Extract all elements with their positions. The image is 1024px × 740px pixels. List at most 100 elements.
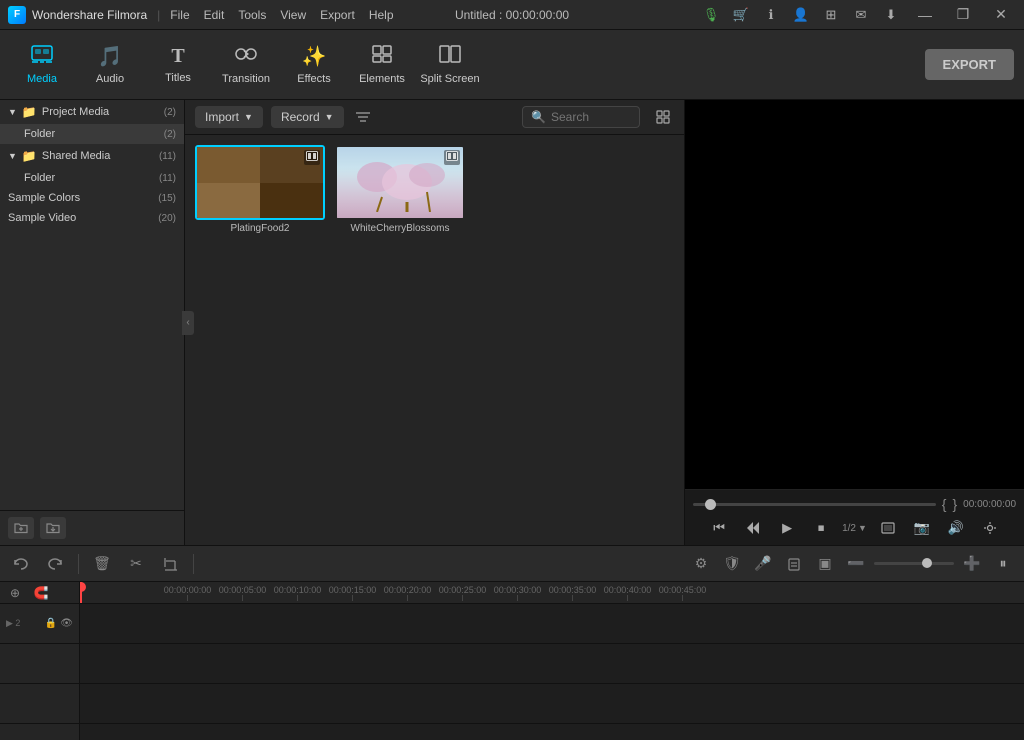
stop-button[interactable]: ⏹ bbox=[808, 517, 834, 539]
media-item-cherry[interactable]: WhiteCherryBlossoms bbox=[335, 145, 465, 234]
undo-button[interactable] bbox=[8, 551, 34, 577]
import-button[interactable] bbox=[40, 517, 66, 539]
shared-media-header[interactable]: ▼ 📁 Shared Media (11) bbox=[0, 144, 184, 168]
settings-button[interactable] bbox=[977, 517, 1003, 539]
close-button[interactable]: ✕ bbox=[986, 5, 1016, 25]
pause-all-icon[interactable]: ⏸ bbox=[990, 551, 1016, 577]
delete-button[interactable]: 🗑 bbox=[89, 551, 115, 577]
media-panel: ▼ 📁 Project Media (2) Folder (2) ▼ 📁 Sha bbox=[0, 100, 184, 510]
menu-tools[interactable]: Tools bbox=[238, 8, 266, 22]
elements-icon bbox=[372, 45, 392, 69]
shield-icon[interactable]: 🛡 bbox=[719, 551, 745, 577]
shared-media-label: Shared Media bbox=[42, 150, 111, 162]
new-folder-button[interactable] bbox=[8, 517, 34, 539]
download-icon[interactable]: ⬇ bbox=[880, 4, 902, 26]
zoom-slider[interactable] bbox=[874, 562, 954, 565]
voice-icon[interactable]: 🎙 bbox=[700, 4, 722, 26]
info-icon[interactable]: ℹ bbox=[760, 4, 782, 26]
quality-value: 1/2 bbox=[842, 523, 856, 534]
toolbar-elements-label: Elements bbox=[359, 73, 405, 85]
redo-button[interactable] bbox=[42, 551, 68, 577]
cut-button[interactable]: ✂ bbox=[123, 551, 149, 577]
toolbar-transition[interactable]: Transition bbox=[214, 35, 278, 95]
app-title: Untitled : 00:00:00:00 bbox=[455, 8, 569, 22]
shared-media-folder[interactable]: Folder (11) bbox=[0, 168, 184, 188]
project-folder-label: Folder bbox=[24, 128, 55, 140]
step-back-button[interactable] bbox=[740, 517, 766, 539]
cart-icon[interactable]: 🛒 bbox=[730, 4, 752, 26]
cherry-label: WhiteCherryBlossoms bbox=[351, 223, 450, 234]
grid-view-icon[interactable] bbox=[652, 106, 674, 128]
shared-media-chevron: ▼ bbox=[8, 151, 17, 161]
toolbar-effects[interactable]: ✨ Effects bbox=[282, 35, 346, 95]
effects-icon: ✨ bbox=[302, 44, 327, 69]
add-track-icon[interactable]: ⊕ bbox=[4, 582, 26, 604]
magnet-icon[interactable]: 🧲 bbox=[30, 582, 52, 604]
cherry-icon-overlay bbox=[444, 150, 460, 165]
project-media-count: (2) bbox=[164, 107, 176, 118]
record-dropdown[interactable]: Record ▼ bbox=[271, 106, 344, 128]
lock-icon[interactable]: 🔒 bbox=[45, 618, 57, 629]
record-chevron-icon: ▼ bbox=[325, 112, 334, 122]
search-input[interactable] bbox=[551, 110, 631, 124]
search-icon: 🔍 bbox=[531, 110, 546, 124]
filter-icon[interactable] bbox=[352, 106, 374, 128]
zoom-in-icon[interactable]: ➕ bbox=[959, 551, 985, 577]
eye-icon[interactable]: 👁 bbox=[60, 618, 73, 629]
toolbar-splitscreen[interactable]: Split Screen bbox=[418, 35, 482, 95]
play-button[interactable]: ▶ bbox=[774, 517, 800, 539]
media-icon bbox=[31, 45, 53, 69]
snapshot-button[interactable]: 📷 bbox=[909, 517, 935, 539]
toolbar-titles[interactable]: T Titles bbox=[146, 35, 210, 95]
menu-export[interactable]: Export bbox=[320, 8, 355, 22]
right-preview: { } 00:00:00:00 ⏮ ▶ ⏹ 1/2 ▼ bbox=[684, 100, 1024, 545]
toolbar-media[interactable]: Media bbox=[10, 35, 74, 95]
track-row-a1[interactable] bbox=[80, 684, 1024, 724]
pip-icon[interactable]: ▣ bbox=[812, 551, 838, 577]
menu-edit[interactable]: Edit bbox=[204, 8, 225, 22]
toolbar-audio[interactable]: 🎵 Audio bbox=[78, 35, 142, 95]
menu-view[interactable]: View bbox=[280, 8, 306, 22]
quality-selector[interactable]: 1/2 ▼ bbox=[842, 523, 867, 534]
media-item-food[interactable]: PlatingFood2 bbox=[195, 145, 325, 234]
menu-help[interactable]: Help bbox=[369, 8, 394, 22]
fullscreen-button[interactable] bbox=[875, 517, 901, 539]
menu-file[interactable]: File bbox=[170, 8, 189, 22]
maximize-button[interactable]: ❐ bbox=[948, 5, 978, 25]
project-folder-count: (2) bbox=[164, 129, 176, 140]
user-icon[interactable]: 👤 bbox=[790, 4, 812, 26]
toolbar-elements[interactable]: Elements bbox=[350, 35, 414, 95]
bookmark-icon[interactable]: ⊞ bbox=[820, 4, 842, 26]
sample-video-item[interactable]: Sample Video (20) bbox=[0, 208, 184, 228]
titles-icon: T bbox=[171, 45, 184, 68]
sample-colors-item[interactable]: Sample Colors (15) bbox=[0, 188, 184, 208]
tick-2: 00:00:10:00 bbox=[270, 585, 325, 601]
track-row-v1[interactable] bbox=[80, 644, 1024, 684]
timeline-settings-icon[interactable]: ⚙ bbox=[688, 551, 714, 577]
preview-progress-slider[interactable] bbox=[693, 503, 936, 506]
panel-collapse-arrow[interactable]: ‹ bbox=[182, 311, 194, 335]
zoom-out-icon[interactable]: ➖ bbox=[843, 551, 869, 577]
export-button[interactable]: EXPORT bbox=[925, 49, 1014, 80]
import-dropdown[interactable]: Import ▼ bbox=[195, 106, 263, 128]
microphone-icon[interactable]: 🎤 bbox=[750, 551, 776, 577]
track-row-v2[interactable] bbox=[80, 604, 1024, 644]
mail-icon[interactable]: ✉ bbox=[850, 4, 872, 26]
titlebar-right-icons: 🎙 🛒 ℹ 👤 ⊞ ✉ ⬇ — ❐ ✕ bbox=[700, 4, 1016, 26]
go-to-start-button[interactable]: ⏮ bbox=[706, 517, 732, 539]
playhead-indicator bbox=[80, 582, 86, 592]
minimize-button[interactable]: — bbox=[910, 5, 940, 25]
preview-slider-row: { } 00:00:00:00 bbox=[693, 496, 1016, 512]
import-chevron-icon: ▼ bbox=[244, 112, 253, 122]
app-logo: F bbox=[8, 6, 26, 24]
crop-button[interactable] bbox=[157, 551, 183, 577]
track-labels-area: ⊕ 🧲 ▶ 2 🔒 👁 bbox=[0, 582, 80, 740]
project-media-folder[interactable]: Folder (2) bbox=[0, 124, 184, 144]
track-label-a1 bbox=[0, 684, 79, 724]
project-media-header[interactable]: ▼ 📁 Project Media (2) bbox=[0, 100, 184, 124]
project-media-folder-icon: 📁 bbox=[22, 105, 37, 119]
timeline-ruler-ticks: 00:00:00:00 00:00:05:00 00:00:10:00 00:0… bbox=[160, 585, 944, 601]
shared-folder-label: Folder bbox=[24, 172, 55, 184]
volume-button[interactable]: 🔊 bbox=[943, 517, 969, 539]
clipboard-icon[interactable] bbox=[781, 551, 807, 577]
